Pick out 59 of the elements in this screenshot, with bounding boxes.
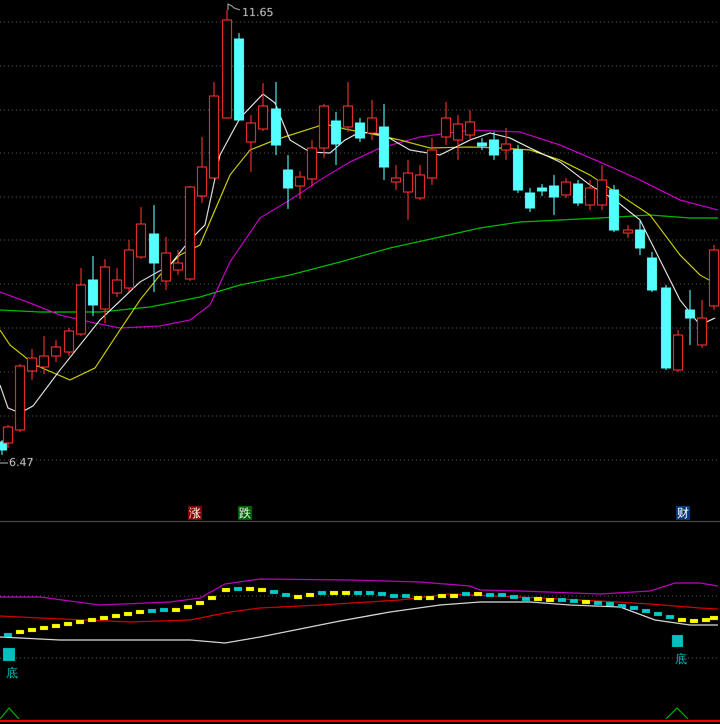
candlestick <box>161 236 171 290</box>
candlestick <box>623 224 633 238</box>
candlestick <box>537 184 547 196</box>
candlestick <box>355 118 365 142</box>
candlestick <box>283 154 293 210</box>
candlestick <box>391 164 401 190</box>
candlestick <box>441 102 451 146</box>
candlestick <box>246 114 256 172</box>
candlestick <box>197 136 207 204</box>
signal-square <box>3 648 15 661</box>
candlestick <box>453 114 463 160</box>
candlestick <box>635 220 645 256</box>
candlestick <box>88 256 98 316</box>
bottom-signal-label: 底 <box>675 652 687 666</box>
candlestick <box>465 110 475 140</box>
candlestick <box>585 180 595 210</box>
candlestick <box>561 178 571 198</box>
candlestick <box>489 132 499 160</box>
candlestick <box>525 188 535 212</box>
candlestick <box>319 104 329 158</box>
candlestick <box>295 170 305 200</box>
candlestick <box>415 164 425 200</box>
candlestick <box>39 336 49 374</box>
candlestick <box>51 340 61 362</box>
candlestick <box>367 100 377 140</box>
candlestick <box>685 290 695 346</box>
candlestick <box>403 160 413 220</box>
candlestick <box>609 184 619 232</box>
candlestick <box>173 250 183 276</box>
candlestick <box>513 144 523 194</box>
candlestick <box>136 206 146 260</box>
candlestick <box>427 138 437 186</box>
candlestick <box>258 82 268 132</box>
candlestick <box>477 138 487 150</box>
bottom-signal-label: 底 <box>6 666 18 680</box>
candlestick <box>673 330 683 372</box>
signal-label: 涨 <box>188 506 202 520</box>
signal-label: 跌 <box>238 506 252 520</box>
candlestick <box>112 268 122 298</box>
candlestick <box>100 258 110 324</box>
candlestick <box>343 82 353 132</box>
candlestick <box>307 140 317 188</box>
candlestick <box>76 268 86 336</box>
candlestick <box>573 180 583 206</box>
signal-label: 财 <box>676 506 690 520</box>
candlestick <box>549 174 559 216</box>
candlestick <box>124 240 134 292</box>
candlestick <box>64 328 74 356</box>
signal-square <box>672 635 683 647</box>
candlestick <box>331 112 341 166</box>
candlestick <box>597 164 607 210</box>
high-price-label: 11.65 <box>242 6 274 19</box>
candlestick <box>647 252 657 292</box>
candlestick <box>27 348 37 380</box>
low-price-label: 6.47 <box>9 456 34 469</box>
candlestick <box>501 128 511 160</box>
candlestick <box>709 244 719 310</box>
candlestick <box>697 300 707 348</box>
candlestick <box>15 364 25 432</box>
